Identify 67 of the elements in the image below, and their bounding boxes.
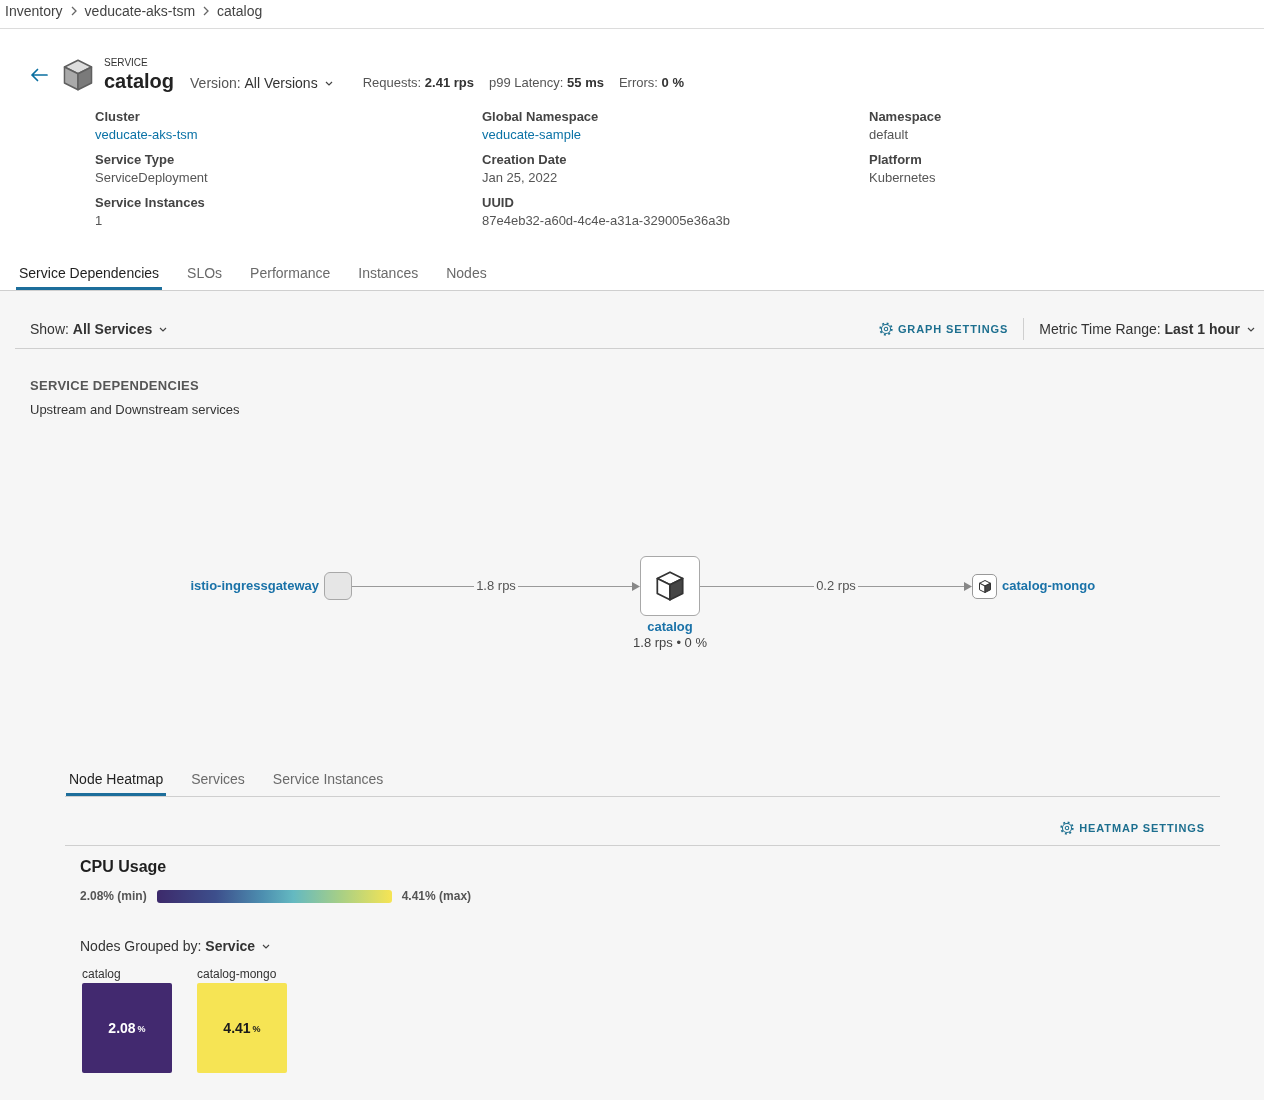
detail-link[interactable]: veducate-sample [482, 126, 581, 144]
node-label[interactable]: catalog [647, 619, 693, 635]
metric-stat: Requests: 2.41 rps [362, 74, 474, 92]
cube-icon [63, 59, 93, 91]
version-dropdown[interactable]: Version: All Versions [190, 74, 333, 92]
arrow-left-icon[interactable] [30, 68, 48, 82]
tab[interactable]: Node Heatmap [66, 764, 167, 796]
tab[interactable]: SLOs [184, 258, 226, 290]
detail-label: UUID [482, 194, 514, 212]
tab[interactable]: Service Instances [269, 764, 387, 796]
detail-label: Service Instances [95, 194, 205, 212]
detail-label: Global Namespace [482, 108, 599, 126]
tile-label: catalog [82, 967, 121, 981]
tab[interactable]: Services [188, 764, 248, 796]
breadcrumb-current: catalog [217, 2, 263, 20]
node-metrics: 1.8 rps • 0 % [633, 635, 707, 650]
chevron-right-icon [70, 6, 77, 16]
chevron-right-icon [203, 6, 210, 16]
service-node[interactable] [640, 556, 700, 616]
detail-label: Cluster [95, 108, 140, 126]
cube-icon [978, 579, 991, 593]
detail-value: ServiceDeployment [95, 169, 208, 187]
detail-label: Namespace [869, 108, 942, 126]
tab[interactable]: Performance [247, 258, 334, 290]
settings-icon [878, 322, 893, 336]
detail-label: Creation Date [482, 151, 567, 169]
detail-value: Jan 25, 2022 [482, 169, 558, 187]
heatmap-tile: 2.08% [82, 983, 172, 1073]
detail-label: Service Type [95, 151, 175, 169]
detail-value: default [869, 126, 909, 144]
group-by-dropdown[interactable]: Nodes Grouped by: Service [80, 937, 271, 955]
edge-label: 0.2 rps [815, 578, 857, 594]
metric-stat: Errors: 0 % [618, 74, 684, 92]
detail-value: Kubernetes [869, 169, 936, 187]
show-dropdown[interactable]: Show: All Services [30, 320, 168, 338]
service-node[interactable] [972, 573, 997, 599]
object-type-label: SERVICE [104, 57, 149, 69]
node-label[interactable]: catalog-mongo [1002, 578, 1096, 594]
cube-icon [656, 571, 684, 601]
settings-icon [1060, 821, 1075, 835]
section-title: SERVICE DEPENDENCIES [30, 377, 201, 395]
breadcrumb-link[interactable]: Inventory [5, 2, 63, 20]
tab[interactable]: Instances [355, 258, 422, 290]
heatmap-tile: 4.41% [197, 983, 287, 1073]
breadcrumb-link[interactable]: veducate-aks-tsm [84, 2, 196, 20]
chevron-down-icon [1247, 326, 1255, 332]
metric-stat: p99 Latency: 55 ms [489, 74, 604, 92]
edge-label: 1.8 rps [475, 578, 517, 594]
section-subtitle: Upstream and Downstream services [30, 401, 241, 419]
time-range-dropdown[interactable]: Metric Time Range: Last 1 hour [1039, 320, 1255, 338]
heatmap-settings-button[interactable]: HEATMAP SETTINGS [1060, 821, 1205, 835]
heatmap-title: CPU Usage [80, 857, 168, 877]
detail-label: Platform [869, 151, 922, 169]
tile-label: catalog-mongo [197, 967, 277, 981]
chevron-down-icon [159, 326, 168, 332]
detail-value: 87e4eb32-a60d-4c4e-a31a-329005e36a3b [482, 212, 730, 230]
tab[interactable]: Nodes [443, 258, 490, 290]
node-label[interactable]: istio-ingressgateway [190, 578, 319, 594]
chevron-down-icon [262, 943, 271, 949]
scale-max-label: 4.41% (max) [401, 889, 472, 903]
detail-link[interactable]: veducate-aks-tsm [95, 126, 198, 144]
service-title: catalog [104, 69, 175, 93]
graph-settings-button[interactable]: GRAPH SETTINGS [878, 322, 1009, 336]
scale-min-label: 2.08% (min) [80, 889, 147, 903]
gateway-node[interactable] [324, 572, 352, 600]
chevron-down-icon [324, 80, 333, 86]
detail-value: 1 [95, 212, 103, 230]
